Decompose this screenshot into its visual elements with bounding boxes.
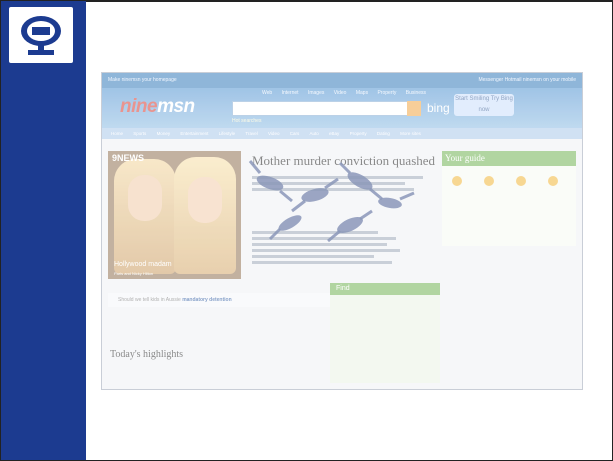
news-caption: Hollywood madam [114,261,172,268]
slide: Make ninemsn your homepage Messenger Hot… [0,0,613,461]
nav-item[interactable]: eBay [329,131,339,136]
nav-item[interactable]: Entertainment [180,131,208,136]
topbar-right-text: Messenger Hotmail ninemsn on your mobile [478,77,576,83]
browser-topbar: Make ninemsn your homepage Messenger Hot… [102,73,582,88]
search-tab[interactable]: Web [262,90,272,96]
circle-emblem-icon [21,16,61,55]
news-label: 9NEWS [112,153,145,163]
bing-logo: bing [427,101,450,115]
news-photo[interactable]: 9NEWS Hollywood madam Paris and Nicky Hi… [108,151,241,279]
search-button[interactable] [407,101,421,116]
nav-item[interactable]: Video [268,131,279,136]
news-subcaption: Paris and Nicky Hilton [114,271,154,276]
popular-searches[interactable]: Hot searches [232,118,261,124]
nav-item[interactable]: Sports [133,131,146,136]
embedded-webpage-screenshot: Make ninemsn your homepage Messenger Hot… [101,72,583,390]
your-guide-header: Your guide [442,151,576,166]
weather-sun-icon [516,176,526,186]
site-nav: Home Sports Money Entertainment Lifestyl… [102,128,582,139]
search-input[interactable] [232,101,409,116]
weather-sun-icon [548,176,558,186]
left-band [1,1,86,460]
search-tabs: Web Internet Images Video Maps Property … [262,90,434,96]
search-tab[interactable]: Video [334,90,347,96]
site-header: ninemsn Web Internet Images Video Maps P… [102,88,582,128]
skydivers-graphic [248,160,415,243]
nav-item[interactable]: Auto [310,131,319,136]
weather-panel [442,166,576,246]
nav-item[interactable]: Money [157,131,171,136]
nav-item[interactable]: Dating [377,131,390,136]
weather-sun-icon [484,176,494,186]
nav-item[interactable]: Home [111,131,123,136]
search-tab[interactable]: Maps [356,90,368,96]
search-tab[interactable]: Internet [282,90,299,96]
ninemsn-logo: ninemsn [120,96,195,117]
nav-item[interactable]: Travel [245,131,257,136]
top-rule [86,1,612,2]
weather-sun-icon [452,176,462,186]
search-tab[interactable]: Business [406,90,426,96]
search-tab[interactable]: Images [308,90,324,96]
nav-item[interactable]: Lifestyle [219,131,236,136]
logo [9,7,73,63]
face-left [128,175,162,221]
todays-highlights: Today's highlights [110,349,184,360]
face-right [188,177,222,223]
nav-item[interactable]: Property [350,131,367,136]
find-header: Find [330,283,440,295]
nav-item[interactable]: Cars [290,131,300,136]
topbar-left-text: Make ninemsn your homepage [108,77,177,83]
search-tab[interactable]: Property [377,90,396,96]
bing-promo[interactable]: Start Smiling Try Bing now [454,94,514,116]
nav-item[interactable]: More sites [400,131,421,136]
find-panel [330,283,440,383]
